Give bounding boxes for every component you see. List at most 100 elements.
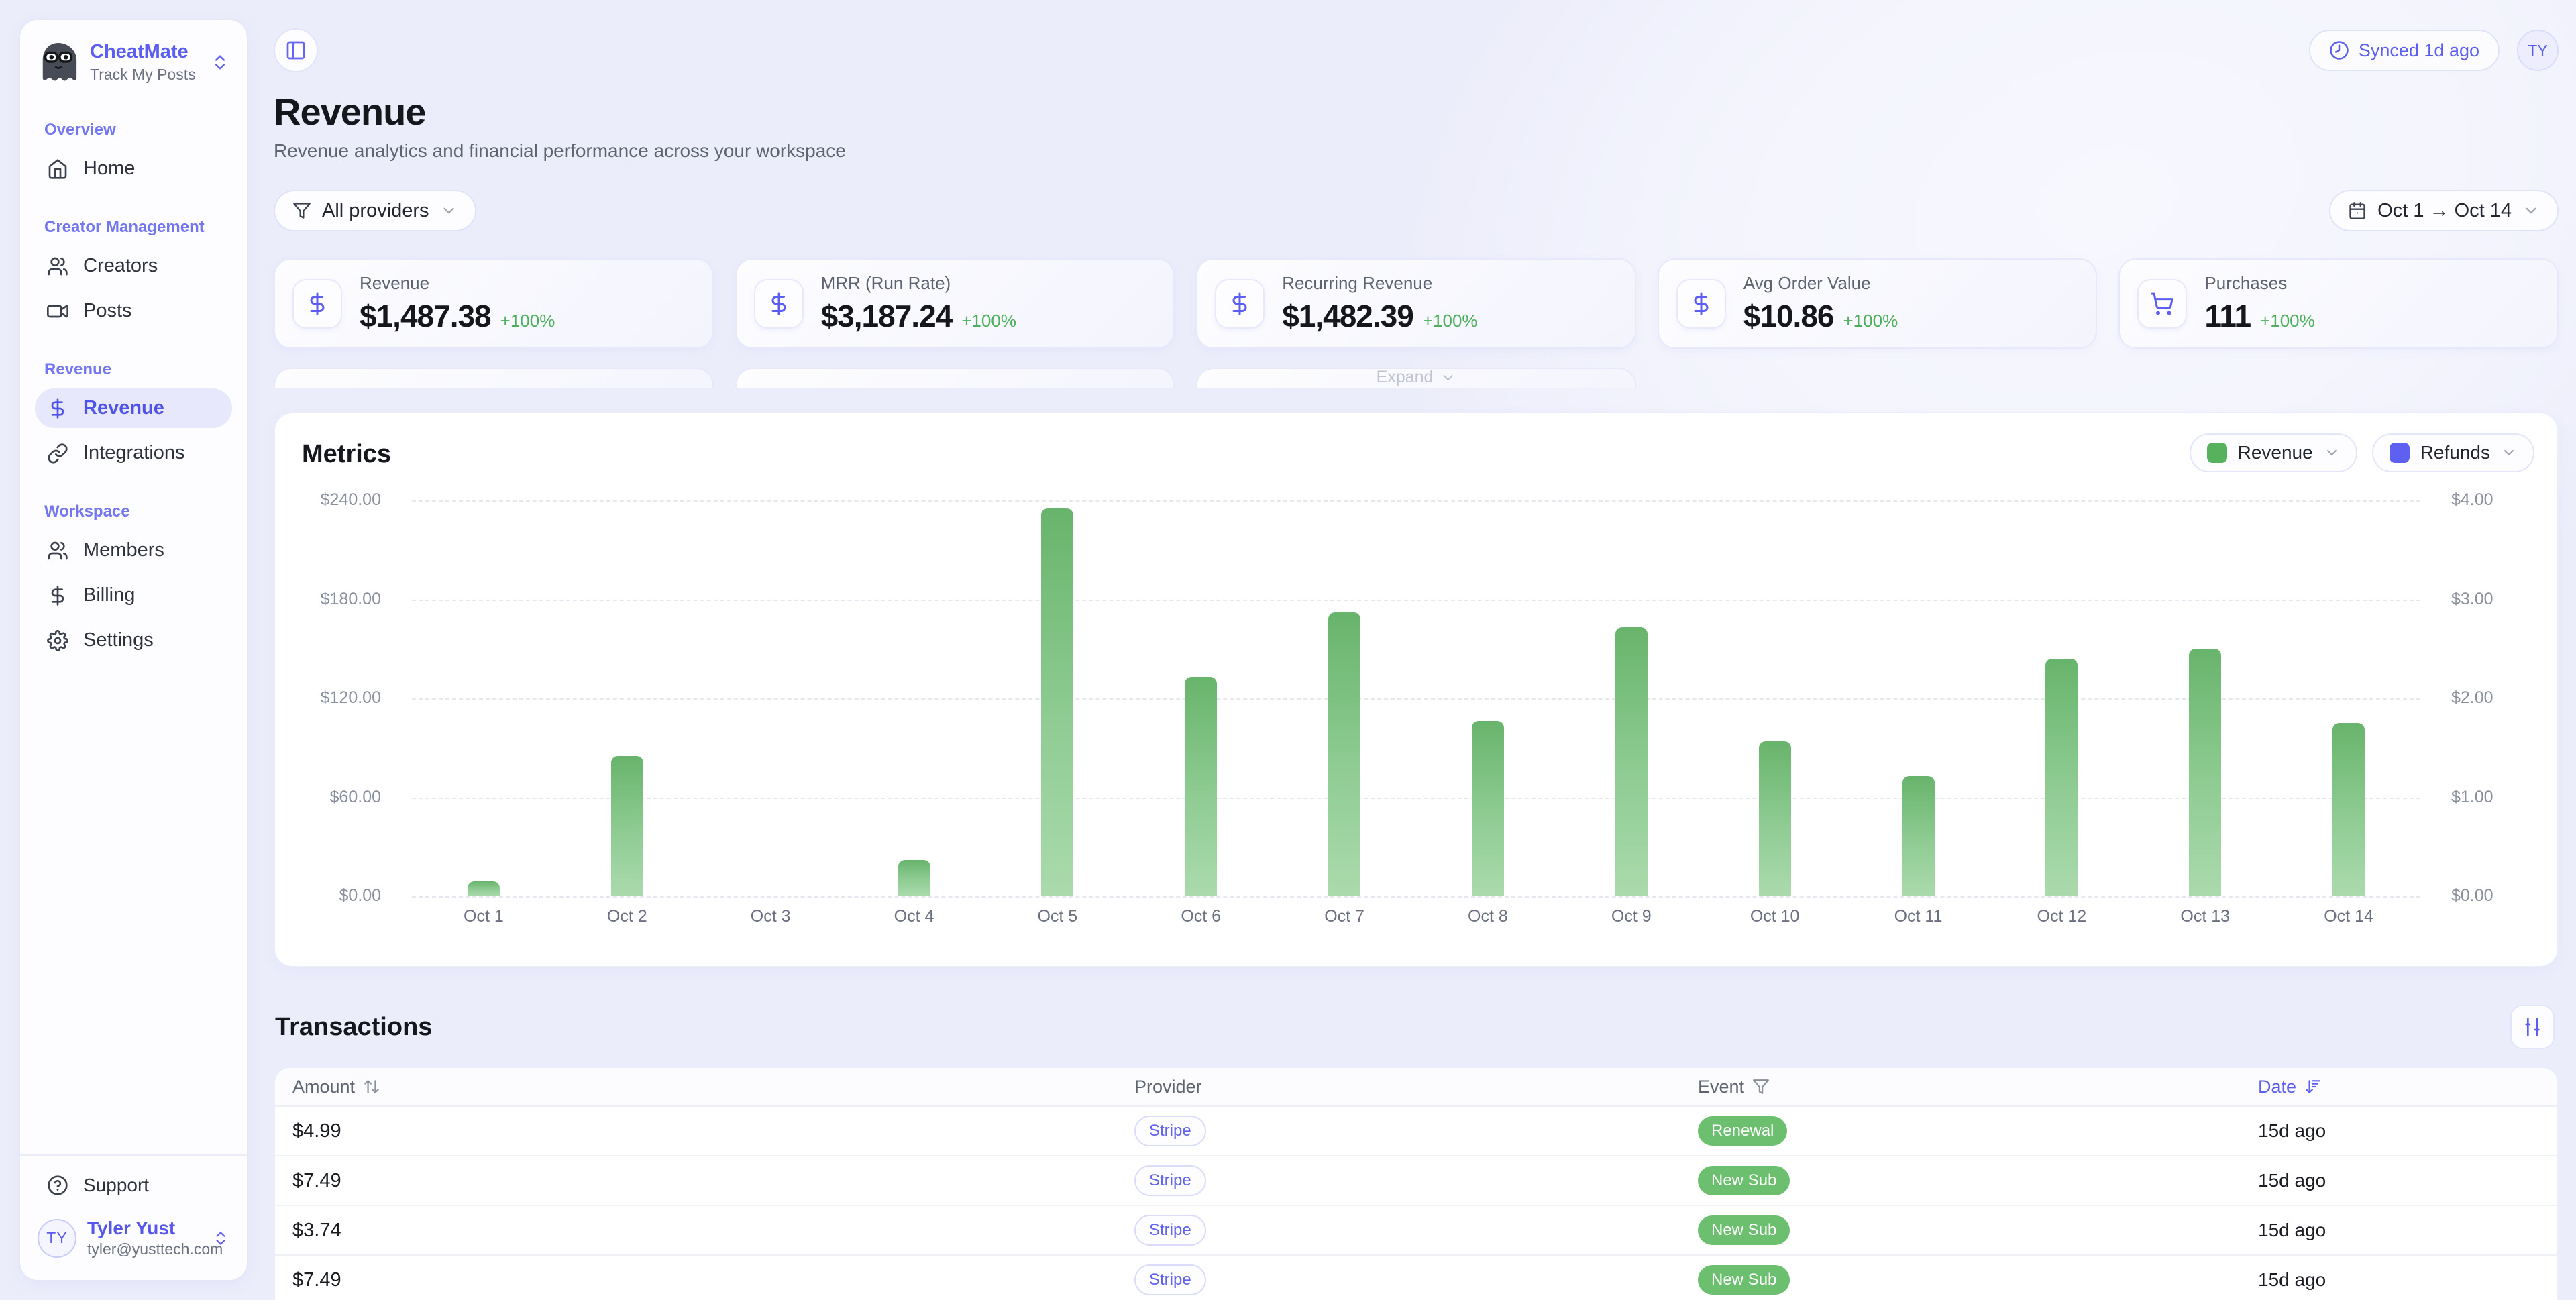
sidebar-item-posts[interactable]: Posts <box>35 291 232 331</box>
column-header-event[interactable]: Event <box>1698 1077 2258 1097</box>
x-axis-label: Oct 2 <box>567 907 688 926</box>
nav-item-icon <box>47 540 68 561</box>
cell-date: 15d ago <box>2258 1220 2540 1241</box>
table-row[interactable]: $7.49 Stripe New Sub 15d ago <box>275 1256 2557 1300</box>
sidebar-item-integrations[interactable]: Integrations <box>35 433 232 473</box>
cell-amount: $7.49 <box>292 1269 1134 1291</box>
clock-icon <box>2329 40 2349 60</box>
stat-label: Purchases <box>2204 273 2314 294</box>
sidebar-item-billing[interactable]: Billing <box>35 576 232 615</box>
stats-row: Revenue $1,487.38 +100% MRR (Run Rate) $… <box>274 258 2559 349</box>
bar-oct-14 <box>2332 723 2365 896</box>
nav-item-icon <box>47 398 68 419</box>
x-axis-label: Oct 8 <box>1428 907 1548 926</box>
stat-label: Recurring Revenue <box>1282 273 1477 294</box>
column-header-provider[interactable]: Provider <box>1134 1077 1698 1097</box>
user-menu[interactable]: TY Tyler Yust tyler@yusttech.com <box>35 1212 232 1264</box>
nav-item-label: Integrations <box>83 442 185 464</box>
chevron-down-icon <box>2522 202 2540 219</box>
sidebar-nav: Overview Home Creator Management Creator… <box>35 91 232 1154</box>
right-axis-tick: $2.00 <box>2434 688 2534 708</box>
stat-card-icon <box>292 279 342 329</box>
left-axis-tick: $180.00 <box>298 590 398 609</box>
stat-value: $10.86 <box>1743 298 1834 334</box>
table-row[interactable]: $3.74 Stripe New Sub 15d ago <box>275 1206 2557 1256</box>
nav-item-label: Posts <box>83 300 132 322</box>
stat-delta: +100% <box>1843 311 1898 331</box>
filter-icon <box>1752 1078 1770 1095</box>
nav-list: Creators Posts <box>35 246 232 331</box>
x-axis-label: Oct 12 <box>2001 907 2122 926</box>
legend-series-selector[interactable]: Revenue <box>2190 433 2357 472</box>
sidebar-item-members[interactable]: Members <box>35 531 232 570</box>
user-email: tyler@yusttech.com <box>87 1240 201 1258</box>
user-name: Tyler Yust <box>87 1217 201 1239</box>
stat-delta: +100% <box>500 311 555 331</box>
legend-series-selector[interactable]: Refunds <box>2372 433 2534 472</box>
gridline <box>412 600 2420 601</box>
sidebar-item-home[interactable]: Home <box>35 149 232 188</box>
expand-stats-button[interactable]: Expand <box>1364 368 1468 387</box>
nav-section: Workspace Members Billing Settings <box>35 502 232 660</box>
nav-list: Home <box>35 149 232 188</box>
stat-value: $3,187.24 <box>821 298 953 334</box>
chevron-down-icon <box>440 202 458 219</box>
column-header-date[interactable]: Date <box>2258 1077 2540 1097</box>
event-badge: Renewal <box>1698 1116 1787 1146</box>
provider-filter-button[interactable]: All providers <box>274 190 476 231</box>
chevrons-up-down-icon <box>212 1230 229 1247</box>
stat-value: $1,487.38 <box>360 298 491 334</box>
stat-card-icon <box>2137 279 2187 329</box>
nav-section: Creator Management Creators Posts <box>35 218 232 331</box>
stat-card: Revenue $1,487.38 +100% <box>274 258 714 349</box>
metrics-title: Metrics <box>302 440 391 469</box>
topbar: Synced 1d ago TY <box>274 28 2559 72</box>
left-axis-tick: $0.00 <box>298 886 398 906</box>
sidebar-item-creators[interactable]: Creators <box>35 246 232 286</box>
stat-card-icon <box>1676 279 1726 329</box>
calendar-icon <box>2348 201 2367 220</box>
left-axis-tick: $240.00 <box>298 490 398 510</box>
gridline <box>412 896 2420 898</box>
date-range-button[interactable]: Oct 1 → Oct 14 <box>2329 190 2559 231</box>
workspace-switcher[interactable]: CheatMate Track My Posts <box>35 40 232 91</box>
user-avatar: TY <box>38 1219 76 1258</box>
right-axis-tick: $3.00 <box>2434 590 2534 609</box>
table-settings-button[interactable] <box>2510 1005 2555 1049</box>
x-axis-label: Oct 14 <box>2288 907 2409 926</box>
hidden-stat-card <box>274 368 714 388</box>
stat-card: MRR (Run Rate) $3,187.24 +100% <box>735 258 1175 349</box>
nav-item-label: Members <box>83 539 164 561</box>
stat-value: $1,482.39 <box>1282 298 1413 334</box>
nav-section-label: Workspace <box>35 502 232 521</box>
nav-list: Members Billing Settings <box>35 531 232 660</box>
x-axis-label: Oct 13 <box>2145 907 2265 926</box>
nav-section: Revenue Revenue Integrations <box>35 360 232 473</box>
provider-badge: Stripe <box>1134 1165 1206 1196</box>
chevrons-up-down-icon <box>211 53 229 72</box>
table-row[interactable]: $7.49 Stripe New Sub 15d ago <box>275 1156 2557 1206</box>
stat-label: Revenue <box>360 273 555 294</box>
sidebar-toggle-button[interactable] <box>274 28 318 72</box>
sidebar-item-settings[interactable]: Settings <box>35 620 232 660</box>
transactions-title: Transactions <box>275 1013 432 1042</box>
topbar-avatar[interactable]: TY <box>2517 30 2559 71</box>
right-axis-tick: $4.00 <box>2434 490 2534 510</box>
bar-oct-6 <box>1185 677 1217 896</box>
x-axis-label: Oct 9 <box>1571 907 1692 926</box>
table-header-row: Amount Provider Event Date <box>275 1068 2557 1107</box>
bar-oct-10 <box>1759 741 1791 896</box>
bar-oct-8 <box>1472 721 1504 896</box>
x-axis-label: Oct 5 <box>997 907 1118 926</box>
app-logo-ghost-icon <box>38 40 79 85</box>
column-header-amount[interactable]: Amount <box>292 1077 1134 1097</box>
x-axis-label: Oct 10 <box>1715 907 1835 926</box>
support-label: Support <box>83 1175 149 1196</box>
sidebar-item-support[interactable]: Support <box>35 1168 232 1212</box>
table-row[interactable]: $4.99 Stripe Renewal 15d ago <box>275 1107 2557 1156</box>
sidebar-item-revenue[interactable]: Revenue <box>35 388 232 428</box>
bar-oct-7 <box>1328 612 1360 896</box>
gridline <box>412 698 2420 700</box>
left-axis-tick: $60.00 <box>298 788 398 807</box>
right-axis-tick: $1.00 <box>2434 788 2534 807</box>
